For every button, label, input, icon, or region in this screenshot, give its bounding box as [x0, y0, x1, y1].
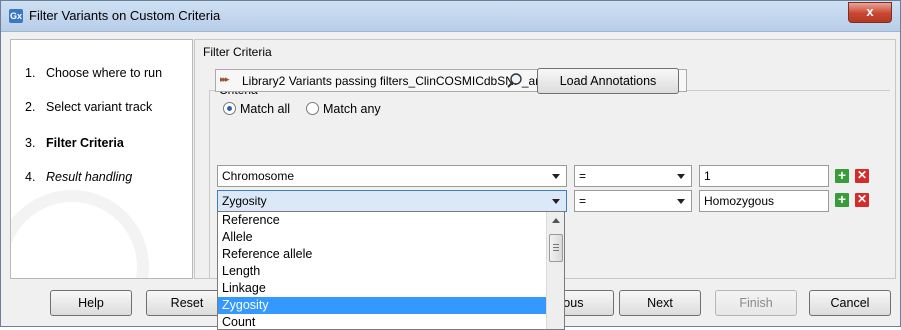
value-input-2[interactable]: Homozygous — [699, 190, 829, 212]
next-button[interactable]: Next — [619, 290, 701, 316]
dropdown-option[interactable]: Count — [218, 314, 548, 329]
value-input-1[interactable]: 1 — [699, 165, 829, 187]
field-select-chromosome[interactable]: Chromosome — [217, 165, 567, 187]
title-bar: Gx Filter Variants on Custom Criteria x — [1, 1, 900, 32]
finish-button: Finish — [715, 290, 797, 316]
chevron-down-icon — [677, 199, 685, 204]
help-button[interactable]: Help — [50, 290, 132, 316]
radio-selected-icon — [223, 102, 236, 115]
panel-title: Filter Criteria — [203, 45, 272, 59]
variant-track-icon: ▸▸▸ — [220, 74, 229, 84]
grip-line — [553, 250, 559, 251]
dropdown-option[interactable]: Allele — [218, 229, 548, 246]
grip-line — [553, 247, 559, 248]
remove-criterion-icon[interactable]: ✕ — [855, 169, 869, 183]
close-button[interactable]: x — [848, 2, 892, 23]
step-number: 1. — [25, 66, 36, 80]
dropdown-option[interactable]: Reference — [218, 212, 548, 229]
operator-value: = — [579, 194, 587, 208]
step-number: 2. — [25, 100, 36, 114]
operator-select-1[interactable]: = — [574, 165, 692, 187]
field-select-value: Zygosity — [222, 194, 267, 208]
chevron-down-icon — [552, 199, 560, 204]
scroll-thumb[interactable] — [549, 234, 563, 262]
step-label: Choose where to run — [46, 66, 163, 80]
step-label: Result handling — [46, 170, 133, 184]
operator-value: = — [579, 169, 587, 183]
remove-criterion-icon[interactable]: ✕ — [855, 193, 869, 207]
dropdown-scrollbar[interactable] — [546, 212, 564, 329]
watermark-logo-icon — [11, 190, 149, 278]
window-title: Filter Variants on Custom Criteria — [29, 8, 221, 23]
chevron-down-icon — [552, 174, 560, 179]
cancel-button[interactable]: Cancel — [809, 290, 891, 316]
scroll-up-arrow-icon[interactable] — [552, 218, 560, 223]
grip-line — [553, 244, 559, 245]
load-annotations-button[interactable]: Load Annotations — [537, 68, 679, 94]
add-criterion-icon[interactable]: + — [835, 192, 849, 207]
track-name: Library2 Variants passing filters_ClinCO… — [242, 74, 582, 88]
step-label: Filter Criteria — [46, 136, 124, 150]
step-number: 3. — [25, 136, 36, 150]
step-number: 4. — [25, 170, 36, 184]
chevron-down-icon — [677, 174, 685, 179]
match-all-label: Match all — [240, 102, 291, 116]
match-any-label: Match any — [323, 102, 381, 116]
app-logo-icon: Gx — [9, 9, 23, 23]
field-dropdown-list[interactable]: Reference Allele Reference allele Length… — [217, 211, 565, 330]
radio-unselected-icon — [306, 102, 319, 115]
step-label: Select variant track — [46, 100, 153, 114]
wizard-steps-panel: 1. Choose where to run 2. Select variant… — [10, 39, 193, 279]
dropdown-option[interactable]: Linkage — [218, 280, 548, 297]
dropdown-option[interactable]: Reference allele — [218, 246, 548, 263]
browse-track-icon[interactable] — [506, 72, 524, 90]
field-select-zygosity[interactable]: Zygosity — [217, 190, 567, 212]
dropdown-option-selected[interactable]: Zygosity — [218, 297, 548, 314]
field-select-value: Chromosome — [222, 169, 295, 183]
add-criterion-icon[interactable]: + — [835, 168, 849, 183]
value-text: Homozygous — [704, 194, 775, 208]
value-text: 1 — [704, 169, 711, 183]
reset-button[interactable]: Reset — [146, 290, 228, 316]
match-any-radio[interactable]: Match any — [306, 102, 381, 116]
match-all-radio[interactable]: Match all — [223, 102, 290, 116]
dialog-window: Gx Filter Variants on Custom Criteria x … — [0, 0, 901, 330]
dropdown-option[interactable]: Length — [218, 263, 548, 280]
operator-select-2[interactable]: = — [574, 190, 692, 212]
